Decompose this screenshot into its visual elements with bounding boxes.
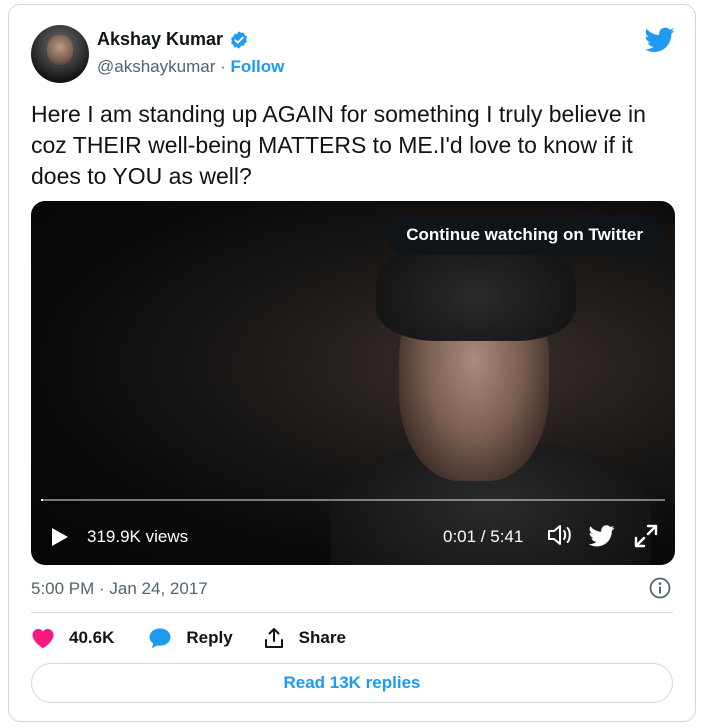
video-controls: 319.9K views 0:01 / 5:41 (31, 505, 675, 565)
like-button[interactable]: 40.6K (31, 627, 114, 649)
author-handle[interactable]: @akshaykumar (97, 57, 215, 76)
continue-watching-button[interactable]: Continue watching on Twitter (386, 215, 663, 255)
follow-button[interactable]: Follow (231, 57, 285, 76)
view-count: 319.9K views (87, 527, 189, 546)
tweet-actions: 40.6K Reply Share (31, 627, 346, 649)
like-count: 40.6K (69, 628, 115, 647)
verified-badge-icon (231, 30, 247, 49)
share-button[interactable]: Share (263, 627, 346, 649)
tweet-text: Here I am standing up AGAIN for somethin… (31, 101, 646, 189)
read-replies-button[interactable]: Read 13K replies (31, 663, 673, 703)
twitter-bird-icon[interactable] (589, 525, 615, 547)
avatar[interactable] (31, 25, 89, 83)
share-label: Share (298, 628, 346, 647)
tweet-card: Akshay Kumar @akshaykumar · Follow Here … (8, 4, 696, 722)
video-progress-bar[interactable] (41, 499, 665, 501)
tweet-timestamp[interactable]: 5:00 PM · Jan 24, 2017 (31, 579, 208, 599)
separator: · (220, 57, 226, 76)
reply-label: Reply (186, 628, 233, 647)
video-progress-fill (41, 499, 43, 501)
reply-bubble-icon (149, 628, 171, 649)
video-player[interactable]: Continue watching on Twitter 319.9K view… (31, 201, 675, 565)
reply-button[interactable]: Reply (148, 627, 233, 649)
heart-icon (32, 629, 54, 649)
author-name-line: Akshay Kumar (97, 29, 249, 50)
video-time: 0:01 / 5:41 (443, 527, 524, 546)
volume-icon[interactable] (547, 523, 573, 547)
author-name[interactable]: Akshay Kumar (97, 29, 223, 50)
divider (31, 612, 673, 613)
info-icon[interactable] (649, 577, 671, 599)
twitter-bird-icon[interactable] (645, 27, 675, 53)
expand-icon[interactable] (633, 523, 659, 549)
play-icon[interactable] (51, 527, 69, 547)
author-handle-line: @akshaykumar · Follow (97, 57, 284, 77)
share-icon (264, 628, 283, 648)
